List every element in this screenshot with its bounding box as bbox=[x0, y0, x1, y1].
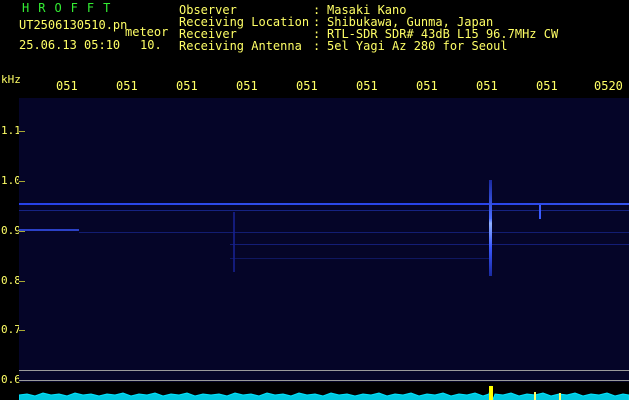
baseline-line bbox=[19, 370, 629, 371]
time-label: 0520 bbox=[594, 79, 623, 93]
time-label: 051 bbox=[476, 79, 498, 93]
info-row-antenna: Receiving Antenna : 5el Yagi Az 280 for … bbox=[179, 40, 558, 52]
hrofft-logo: HROFFT bbox=[22, 1, 120, 15]
freq-tick bbox=[19, 281, 25, 282]
baseline-line bbox=[19, 380, 629, 381]
station-info: Observer : Masaki Kano Receiving Locatio… bbox=[179, 4, 558, 52]
info-sep: : bbox=[313, 39, 321, 53]
info-key: Receiving Antenna bbox=[179, 39, 302, 53]
freq-label: 0.8 bbox=[1, 274, 21, 287]
time-label: 051 bbox=[536, 79, 558, 93]
signal-trace bbox=[19, 229, 79, 231]
signal-trace bbox=[233, 212, 235, 272]
time-axis: 051 051 051 051 051 051 051 051 051 0520 bbox=[0, 79, 629, 95]
header: HROFFT UT2506130510.pn meteor 25.06.13 0… bbox=[0, 0, 629, 74]
timestamp: 25.06.13 05:10 bbox=[19, 38, 121, 52]
spectrogram-plot bbox=[19, 98, 629, 382]
file-name: UT2506130510.pn bbox=[19, 18, 128, 32]
freq-tick bbox=[19, 131, 25, 132]
meteor-tag: meteor bbox=[125, 25, 169, 39]
meteor-echo bbox=[539, 205, 541, 219]
time-label: 051 bbox=[56, 79, 78, 93]
freq-tick bbox=[19, 181, 25, 182]
time-label: 051 bbox=[356, 79, 378, 93]
info-value: 5el Yagi Az 280 for Seoul bbox=[327, 39, 508, 53]
freq-label: 1.0 bbox=[1, 174, 21, 187]
freq-label: 1.1 bbox=[1, 124, 21, 137]
signal-trace bbox=[230, 258, 490, 259]
time-label: 051 bbox=[116, 79, 138, 93]
time-label: 051 bbox=[176, 79, 198, 93]
signal-trace bbox=[230, 244, 629, 245]
power-spectrum-strip bbox=[19, 384, 629, 400]
carrier-signal-trace bbox=[19, 203, 629, 205]
freq-label: 0.6 bbox=[1, 373, 21, 386]
freq-label: 0.9 bbox=[1, 224, 21, 237]
spectrum-peak-marker bbox=[489, 386, 493, 400]
time-label: 051 bbox=[416, 79, 438, 93]
time-label: 051 bbox=[296, 79, 318, 93]
meteor-count: 10. bbox=[140, 38, 162, 52]
time-label: 051 bbox=[236, 79, 258, 93]
frequency-unit: kHz bbox=[1, 73, 21, 86]
freq-label: 0.7 bbox=[1, 323, 21, 336]
freq-tick bbox=[19, 330, 25, 331]
meteor-echo bbox=[489, 180, 492, 276]
signal-trace bbox=[19, 210, 629, 211]
signal-trace bbox=[79, 232, 629, 233]
freq-tick bbox=[19, 231, 25, 232]
